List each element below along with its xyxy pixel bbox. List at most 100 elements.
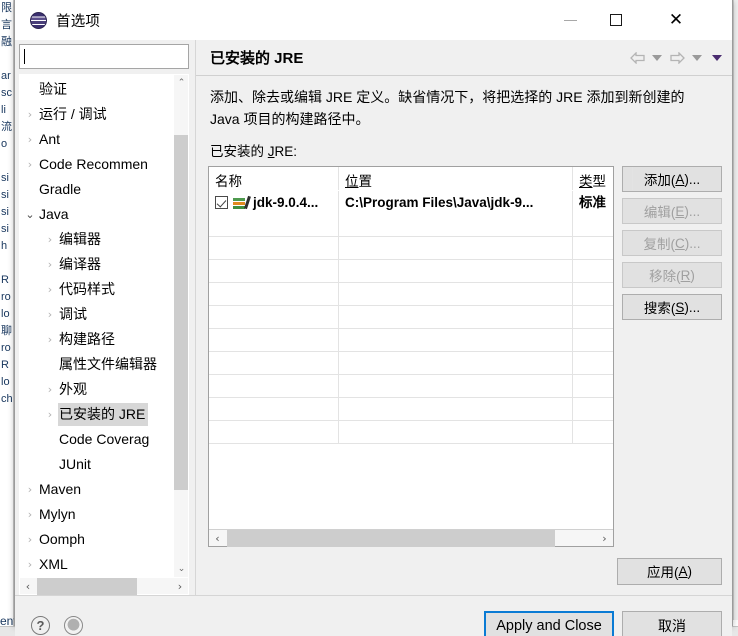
table-horizontal-scrollbar[interactable]: ‹ › — [209, 529, 613, 547]
table-column-header[interactable]: 类型 — [573, 167, 633, 190]
view-menu-chevron-down-icon[interactable] — [708, 48, 726, 68]
tree-item[interactable]: JUnit — [20, 452, 173, 477]
chevron-right-icon[interactable]: › — [42, 334, 58, 345]
table-empty-row[interactable] — [209, 260, 613, 283]
table-empty-row[interactable] — [209, 352, 613, 375]
chevron-right-icon[interactable]: › — [22, 134, 38, 145]
tree-item[interactable]: › 编辑器 — [20, 227, 173, 252]
table-row[interactable]: jdk-9.0.4... C:\Program Files\Java\jdk-9.… — [209, 191, 613, 214]
tree-item[interactable]: › Code Recommen — [20, 152, 173, 177]
chevron-right-icon[interactable]: › — [42, 309, 58, 320]
tree-item[interactable]: Gradle — [20, 177, 173, 202]
empty-cell — [573, 237, 613, 260]
tree-item[interactable]: › 构建路径 — [20, 327, 173, 352]
tree-item[interactable]: 属性文件编辑器 — [20, 352, 173, 377]
eclipse-sphere-icon — [30, 11, 47, 29]
chevron-right-icon[interactable]: › — [22, 559, 38, 570]
side-button[interactable]: 添加(A)... — [622, 166, 722, 192]
page-header: 已安装的 JRE — [196, 40, 732, 76]
chevron-right-icon[interactable]: › — [42, 384, 58, 395]
chevron-down-icon[interactable]: ⌄ — [22, 209, 38, 220]
table-empty-row[interactable] — [209, 237, 613, 260]
tree-item[interactable]: › 代码样式 — [20, 277, 173, 302]
chevron-right-icon[interactable]: › — [22, 509, 38, 520]
table-empty-row[interactable] — [209, 283, 613, 306]
chevron-right-icon[interactable]: › — [42, 234, 58, 245]
empty-cell — [573, 352, 613, 375]
jre-default-checkbox[interactable] — [215, 196, 228, 209]
tree-item[interactable]: › XML — [20, 552, 173, 577]
close-button[interactable]: ✕ — [653, 0, 699, 40]
tree-item[interactable]: › Mylyn — [20, 502, 173, 527]
help-icon[interactable]: ? — [31, 616, 50, 635]
chevron-right-icon[interactable]: › — [22, 109, 38, 120]
chevron-right-icon[interactable]: › — [22, 159, 38, 170]
forward-arrow-icon[interactable] — [668, 48, 686, 68]
table-empty-row[interactable] — [209, 329, 613, 352]
table-empty-row[interactable] — [209, 214, 613, 237]
tree-item[interactable]: › 外观 — [20, 377, 173, 402]
table-hscrollbar-thumb[interactable] — [227, 530, 555, 547]
chevron-right-icon[interactable]: › — [42, 284, 58, 295]
minimize-button[interactable] — [547, 0, 593, 40]
tree-item[interactable]: Code Coverag — [20, 427, 173, 452]
tree-vscrollbar-thumb[interactable] — [174, 135, 188, 490]
filter-input[interactable] — [20, 45, 188, 68]
table-column-header[interactable]: 名称 — [209, 167, 339, 190]
tree-item-selected[interactable]: › 已安装的 JRE — [20, 402, 173, 427]
tree-item[interactable]: 验证 — [20, 77, 173, 102]
forward-menu-chevron-down-icon[interactable] — [688, 48, 706, 68]
background-code-line — [0, 255, 13, 272]
maximize-button[interactable] — [593, 0, 639, 40]
empty-cell — [339, 214, 573, 237]
tree-hscrollbar-thumb[interactable] — [37, 578, 137, 595]
table-scroll-right-icon[interactable]: › — [596, 530, 613, 547]
table-empty-row[interactable] — [209, 375, 613, 398]
back-menu-chevron-down-icon[interactable] — [648, 48, 666, 68]
chevron-right-icon[interactable]: › — [42, 259, 58, 270]
button-label-post: )... — [684, 203, 701, 219]
apply-button[interactable]: 应用(A) — [617, 557, 722, 585]
chevron-right-icon[interactable]: › — [22, 534, 38, 545]
tree-vertical-scrollbar[interactable]: ⌃ ⌄ — [173, 75, 188, 577]
scroll-right-icon[interactable]: › — [172, 578, 188, 595]
empty-cell — [573, 306, 613, 329]
background-code-line: 流 — [1, 121, 12, 133]
tree-horizontal-scrollbar[interactable]: ‹ › — [20, 577, 188, 595]
side-button[interactable]: 搜索(S)... — [622, 294, 722, 320]
apply-and-close-button[interactable]: Apply and Close — [484, 610, 614, 636]
chevron-right-icon[interactable]: › — [22, 484, 38, 495]
tree-item[interactable]: › 运行 / 调试 — [20, 102, 173, 127]
table-empty-row[interactable] — [209, 421, 613, 444]
background-code-line: lo — [1, 308, 10, 320]
background-code-line: li — [1, 104, 6, 116]
table-empty-row[interactable] — [209, 306, 613, 329]
apply-row: 应用(A) — [196, 547, 732, 595]
chevron-right-icon[interactable]: › — [42, 409, 58, 420]
preferences-tree[interactable]: 验证 › 运行 / 调试 › Ant › Code Recommen Gradle ⌄ Java ›… — [20, 75, 173, 577]
tree-item[interactable]: › 编译器 — [20, 252, 173, 277]
scroll-left-icon[interactable]: ‹ — [20, 578, 36, 595]
tree-item[interactable]: › 调试 — [20, 302, 173, 327]
background-code-line: lo — [1, 376, 10, 388]
installed-jres-table[interactable]: 名称 位置 类型 jdk-9.0.4... C:\Program Files\Java… — [208, 166, 633, 547]
tree-item[interactable]: › Oomph — [20, 527, 173, 552]
table-column-header[interactable]: 位置 — [339, 167, 573, 190]
tree-item[interactable]: › Maven — [20, 477, 173, 502]
tree-item[interactable]: › Ant — [20, 127, 173, 152]
circle-button-icon[interactable] — [64, 616, 83, 635]
cancel-button[interactable]: 取消 — [622, 610, 722, 636]
dialog-titlebar: 首选项 ✕ — [15, 0, 732, 40]
table-body[interactable]: jdk-9.0.4... C:\Program Files\Java\jdk-9.… — [209, 191, 613, 529]
scroll-up-icon[interactable]: ⌃ — [174, 75, 188, 91]
tree-item[interactable]: ⌄ Java — [20, 202, 173, 227]
scroll-down-icon[interactable]: ⌄ — [174, 561, 188, 577]
background-code-line: h — [1, 240, 8, 252]
empty-cell — [209, 329, 339, 352]
back-arrow-icon[interactable] — [628, 48, 646, 68]
table-scroll-left-icon[interactable]: ‹ — [209, 530, 226, 547]
empty-cell — [339, 421, 573, 444]
apply-label-mnemonic: A — [678, 563, 688, 579]
table-empty-row[interactable] — [209, 398, 613, 421]
filter-input-wrapper[interactable] — [19, 44, 189, 69]
